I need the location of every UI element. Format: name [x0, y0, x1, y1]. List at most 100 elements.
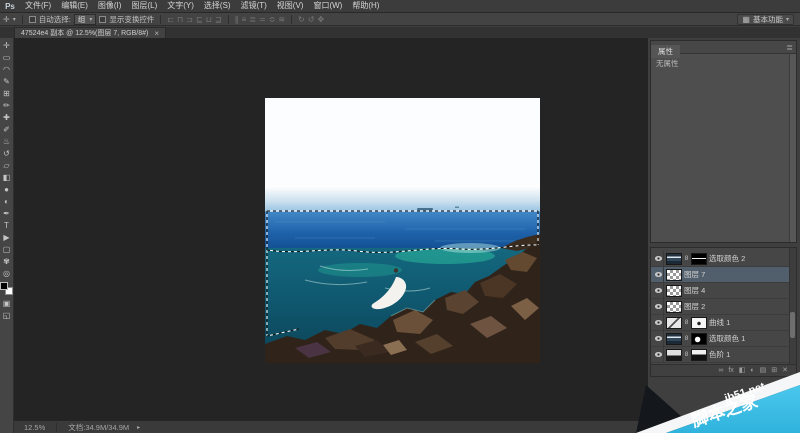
auto-select-checkbox[interactable] [29, 16, 36, 23]
menu-window[interactable]: 窗口(W) [308, 0, 347, 12]
layer-thumbnail[interactable] [666, 285, 682, 297]
divider [22, 15, 23, 24]
layer-row[interactable]: 8 选取颜色 2 [651, 251, 789, 267]
visibility-eye-icon[interactable] [653, 267, 664, 283]
layer-row[interactable]: 图层 2 [651, 299, 789, 315]
layers-panel: 8 选取颜色 2 图层 7 图层 4 图层 2 [650, 247, 797, 377]
menu-image[interactable]: 图像(I) [93, 0, 127, 12]
align-bottom-icon[interactable]: ⊒ [215, 14, 222, 25]
foreground-color-swatch[interactable] [0, 282, 8, 290]
right-dock: 属性 ≣ 无属性 8 选取颜色 2 图层 7 图层 4 [648, 38, 800, 420]
layer-thumbnail[interactable] [666, 253, 682, 265]
status-expand-icon[interactable]: ▸ [137, 424, 140, 431]
layer-row[interactable]: 8 选取颜色 1 [651, 331, 789, 347]
layer-thumbnail[interactable] [666, 269, 682, 281]
mask-link-icon: 8 [684, 351, 689, 358]
pen-tool[interactable]: ✒ [0, 208, 13, 220]
layer-mask-thumbnail[interactable] [691, 333, 707, 345]
layer-thumbnail[interactable] [666, 333, 682, 345]
layers-scrollbar-thumb[interactable] [790, 312, 795, 338]
divider [56, 423, 57, 432]
align-top-icon[interactable]: ⊑ [196, 14, 203, 25]
visibility-eye-icon[interactable] [653, 299, 664, 315]
zoom-level[interactable]: 12.5% [24, 423, 45, 432]
distribute-middle-icon[interactable]: ≡ [242, 14, 247, 25]
align-middle-icon[interactable]: ⊔ [206, 14, 212, 25]
document-image[interactable] [265, 98, 540, 363]
layer-thumbnail[interactable] [666, 301, 682, 313]
dodge-tool[interactable]: ◐ [0, 196, 13, 208]
align-right-icon[interactable]: ⊐ [186, 14, 193, 25]
3d-rotate-icon[interactable]: ↻ [298, 14, 305, 25]
layer-mask-thumbnail[interactable] [691, 349, 707, 361]
align-left-icon[interactable]: ⊏ [167, 14, 174, 25]
divider [228, 15, 229, 24]
crop-tool[interactable]: ⊞ [0, 88, 13, 100]
menu-type[interactable]: 文字(Y) [162, 0, 199, 12]
layer-name: 曲线 1 [709, 317, 730, 328]
screen-mode-button[interactable]: ◱ [0, 310, 13, 322]
history-brush-tool[interactable]: ↺ [0, 148, 13, 160]
path-selection-tool[interactable]: ▶ [0, 232, 13, 244]
menu-file[interactable]: 文件(F) [20, 0, 56, 12]
blur-tool[interactable]: ● [0, 184, 13, 196]
panel-menu-icon[interactable]: ≣ [786, 41, 793, 54]
visibility-eye-icon[interactable] [653, 331, 664, 347]
distribute-top-icon[interactable]: ∥ [235, 14, 239, 25]
menu-edit[interactable]: 编辑(E) [56, 0, 93, 12]
layer-thumbnail[interactable] [666, 349, 682, 361]
visibility-eye-icon[interactable] [653, 347, 664, 363]
eyedropper-tool[interactable]: ✏ [0, 100, 13, 112]
chevron-down-icon: ▾ [89, 16, 92, 23]
move-tool[interactable]: ✛ [0, 40, 13, 52]
distribute-center-icon[interactable]: ≎ [269, 14, 276, 25]
type-tool[interactable]: T [0, 220, 13, 232]
document-tab[interactable]: 47524e4 副本 @ 12.5%(图层 7, RGB/8#) × [14, 27, 166, 38]
photoshop-window: Ps 文件(F) 编辑(E) 图像(I) 图层(L) 文字(Y) 选择(S) 滤… [0, 0, 800, 433]
tab-properties[interactable]: 属性 [651, 45, 680, 58]
tools-panel: ✛ ▭ ◠ ✎ ⊞ ✏ ✚ ✐ ♨ ↺ ▱ ◧ ● ◐ ✒ T ▶ ▢ ✾ ◎ … [0, 38, 14, 433]
layer-row-selected[interactable]: 图层 7 [651, 267, 789, 283]
layer-row[interactable]: 8 色阶 1 [651, 347, 789, 363]
layer-thumbnail[interactable] [666, 317, 682, 329]
gradient-tool[interactable]: ◧ [0, 172, 13, 184]
shape-tool[interactable]: ▢ [0, 244, 13, 256]
menu-select[interactable]: 选择(S) [199, 0, 236, 12]
menu-view[interactable]: 视图(V) [272, 0, 309, 12]
distribute-left-icon[interactable]: ≍ [259, 14, 266, 25]
auto-select-dropdown[interactable]: 组 ▾ [74, 14, 97, 25]
lasso-tool[interactable]: ◠ [0, 64, 13, 76]
clone-stamp-tool[interactable]: ♨ [0, 136, 13, 148]
close-tab-icon[interactable]: × [154, 29, 159, 38]
properties-scrollbar[interactable] [789, 54, 796, 242]
eraser-tool[interactable]: ▱ [0, 160, 13, 172]
show-transform-checkbox[interactable] [99, 16, 106, 23]
tool-preset-caret-icon[interactable]: ▾ [13, 16, 16, 23]
layer-row[interactable]: 8 曲线 1 [651, 315, 789, 331]
visibility-eye-icon[interactable] [653, 315, 664, 331]
menu-filter[interactable]: 滤镜(T) [236, 0, 272, 12]
layers-scrollbar[interactable] [789, 248, 796, 364]
menu-layer[interactable]: 图层(L) [126, 0, 162, 12]
hand-tool[interactable]: ✾ [0, 256, 13, 268]
brush-tool[interactable]: ✐ [0, 124, 13, 136]
3d-drag-icon[interactable]: ✥ [318, 14, 325, 25]
workspace-switcher[interactable]: ▦ 基本功能 ▾ [737, 14, 794, 25]
rectangular-marquee-tool[interactable]: ▭ [0, 52, 13, 64]
3d-roll-icon[interactable]: ↺ [308, 14, 315, 25]
menu-help[interactable]: 帮助(H) [347, 0, 384, 12]
layer-name: 色阶 1 [709, 349, 730, 360]
distribute-bottom-icon[interactable]: ≣ [249, 14, 256, 25]
quick-mask-button[interactable]: ▣ [0, 298, 13, 310]
zoom-tool[interactable]: ◎ [0, 268, 13, 280]
visibility-eye-icon[interactable] [653, 283, 664, 299]
layer-row[interactable]: 图层 4 [651, 283, 789, 299]
move-tool-icon: ✛ [3, 14, 10, 25]
layer-mask-thumbnail[interactable] [691, 317, 707, 329]
visibility-eye-icon[interactable] [653, 251, 664, 267]
align-center-icon[interactable]: ⊓ [177, 14, 183, 25]
quick-selection-tool[interactable]: ✎ [0, 76, 13, 88]
spot-healing-brush-tool[interactable]: ✚ [0, 112, 13, 124]
layer-mask-thumbnail[interactable] [691, 253, 707, 265]
distribute-right-icon[interactable]: ≋ [278, 14, 285, 25]
